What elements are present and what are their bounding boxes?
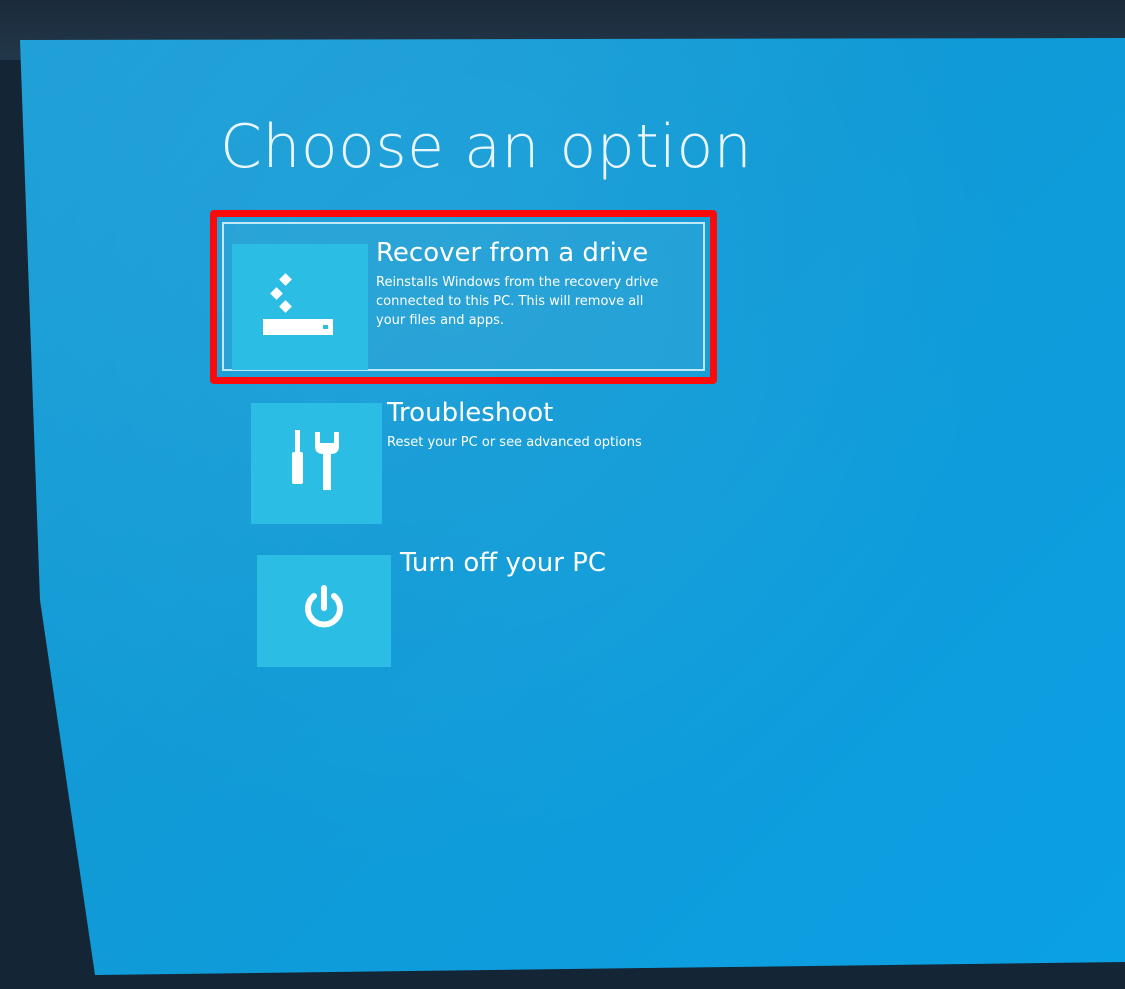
power-icon (299, 584, 349, 639)
option-title: Troubleshoot (387, 398, 554, 428)
turnoff-tile (257, 555, 391, 667)
recover-text: Recover from a drive Reinstalls Windows … (376, 237, 676, 330)
option-description: Reset your PC or see advanced options (387, 435, 642, 450)
page-title: Choose an option (220, 112, 753, 182)
tools-icon (287, 426, 347, 501)
option-recover-from-drive[interactable]: Recover from a drive Reinstalls Windows … (222, 222, 705, 371)
recovery-drive-icon (255, 265, 345, 350)
recover-tile (232, 244, 368, 370)
option-title: Recover from a drive (376, 238, 649, 268)
monitor-photo: Choose an option Recover from a drive Re… (0, 0, 1125, 989)
option-troubleshoot[interactable]: Troubleshoot Reset your PC or see advanc… (251, 395, 711, 524)
option-title: Turn off your PC (400, 548, 607, 578)
option-description: Reinstalls Windows from the recovery dri… (376, 275, 659, 328)
option-turn-off-pc[interactable]: Turn off your PC (257, 545, 717, 667)
troubleshoot-tile (251, 403, 382, 524)
turnoff-text: Turn off your PC (400, 547, 606, 579)
troubleshoot-text: Troubleshoot Reset your PC or see advanc… (387, 397, 687, 452)
